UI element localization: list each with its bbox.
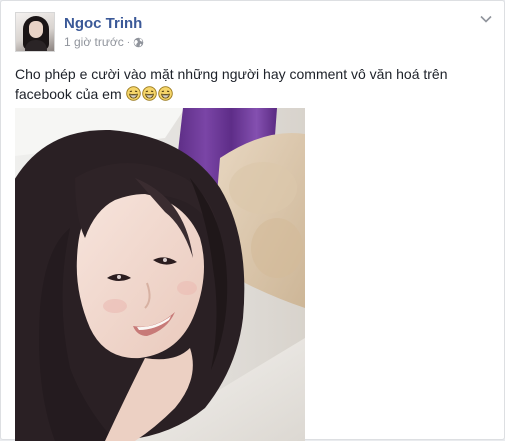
grin-emoji-icon bbox=[125, 86, 141, 101]
post-card: Ngoc Trinh 1 giờ trước · Cho phép e cười… bbox=[0, 0, 505, 441]
post-meta: 1 giờ trước · bbox=[64, 35, 144, 49]
author-avatar[interactable] bbox=[15, 12, 55, 52]
post-header: Ngoc Trinh 1 giờ trước · bbox=[15, 12, 493, 52]
meta-separator: · bbox=[126, 36, 131, 48]
post-text: Cho phép e cười vào mặt những người hay … bbox=[15, 64, 485, 104]
globe-icon[interactable] bbox=[133, 37, 144, 48]
post-photo[interactable] bbox=[15, 108, 305, 441]
post-emojis bbox=[125, 86, 174, 102]
avatar-face bbox=[29, 21, 43, 38]
post-timestamp[interactable]: 1 giờ trước bbox=[64, 35, 124, 49]
grin-emoji-icon bbox=[157, 86, 173, 101]
author-name[interactable]: Ngoc Trinh bbox=[64, 15, 142, 32]
chevron-down-icon[interactable] bbox=[479, 13, 493, 25]
avatar-body bbox=[25, 40, 47, 51]
post-message: Cho phép e cười vào mặt những người hay … bbox=[15, 66, 448, 102]
grin-emoji-icon bbox=[141, 86, 157, 101]
